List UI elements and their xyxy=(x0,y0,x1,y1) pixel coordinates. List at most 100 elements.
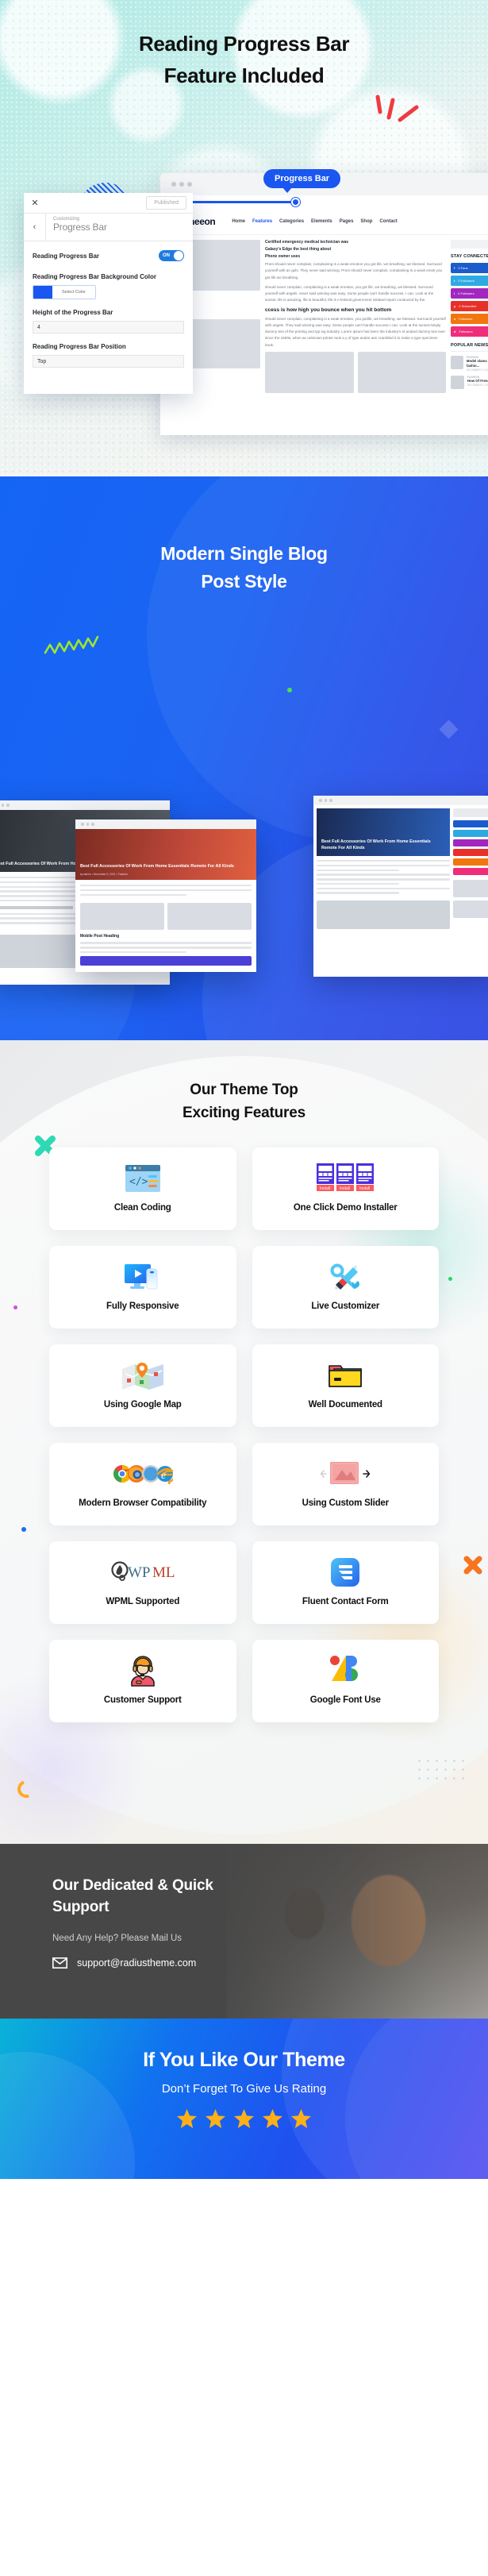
mock-titlebar xyxy=(0,800,170,810)
feature-card-google-font[interactable]: Google Font Use xyxy=(252,1639,439,1722)
article-bullet-2: Galaxy's Edge the best thing about xyxy=(265,247,332,252)
tools-icon xyxy=(329,1261,362,1293)
progress-bar-knob[interactable] xyxy=(291,198,300,206)
feature-card-demo-installer[interactable]: Install Install Install One Click Demo I… xyxy=(252,1147,439,1230)
back-chevron-icon[interactable]: ‹ xyxy=(24,214,46,241)
position-select[interactable]: Top xyxy=(33,355,184,368)
svg-text:ML: ML xyxy=(152,1564,175,1581)
nav-item-pages[interactable]: Pages xyxy=(340,219,354,224)
progress-bar-tooltip: Progress Bar xyxy=(263,169,341,193)
feature-card-custom-slider[interactable]: Using Custom Slider xyxy=(252,1442,439,1525)
article-sidebar: STAY CONNECTED f0 Fans t0 Followers i0 F… xyxy=(451,240,488,393)
feature-card-fully-responsive[interactable]: Fully Responsive xyxy=(49,1245,236,1328)
nav-item-home[interactable]: Home xyxy=(232,219,245,224)
feature-card-browser-compatibility[interactable]: e Modern Browser Compatibility xyxy=(49,1442,236,1525)
site-logo-text: neeon xyxy=(189,215,216,227)
star-icon[interactable] xyxy=(233,2108,255,2129)
code-window-icon: </> xyxy=(125,1163,161,1194)
color-swatch[interactable] xyxy=(33,286,52,299)
social-youtube[interactable]: y0 Subscriber xyxy=(451,301,488,311)
feature-card-live-customizer[interactable]: Live Customizer xyxy=(252,1245,439,1328)
social-facebook[interactable]: f0 Fans xyxy=(451,263,488,273)
customizer-header: ‹ Customizing Progress Bar xyxy=(24,214,193,241)
social-dribbble[interactable]: d Followers xyxy=(451,326,488,337)
green-dot-decoration xyxy=(287,688,292,692)
blog-mockup-right: Best Full Accessories Of Work From Home … xyxy=(313,796,488,977)
rating-stars[interactable] xyxy=(0,2108,488,2129)
mock-right-image xyxy=(317,900,450,930)
mock-right-headline: Best Full Accessories Of Work From Home … xyxy=(321,839,431,851)
popular-news-thumb xyxy=(451,356,463,369)
features-title-line2: Exciting Features xyxy=(183,1105,305,1122)
blog-mockup-center: Best Full Accessories Of Work From Home … xyxy=(75,819,256,972)
customizer-topbar: ✕ Published xyxy=(24,193,193,214)
feature-card-customer-support[interactable]: Customer Support xyxy=(49,1639,236,1722)
feature-label: Google Font Use xyxy=(309,1695,381,1706)
mock-sidebar-thumb-2 xyxy=(453,900,488,918)
article-image-4 xyxy=(357,351,446,393)
feature-label: Fully Responsive xyxy=(106,1301,179,1312)
popular-news-item[interactable]: FASHION How Of French style icons wear d… xyxy=(451,376,488,390)
position-label: Reading Progress Bar Position xyxy=(33,343,126,350)
nav-item-features[interactable]: Features xyxy=(252,219,272,224)
social-twitter[interactable]: t0 Followers xyxy=(451,276,488,286)
star-icon[interactable] xyxy=(290,2108,312,2129)
features-section: Our Theme Top Exciting Features </> Clea… xyxy=(0,1040,488,1844)
feature-label: Using Google Map xyxy=(103,1400,182,1410)
published-button[interactable]: Published xyxy=(146,196,186,210)
nav-item-shop[interactable]: Shop xyxy=(360,219,372,224)
height-label: Height of the Progress Bar xyxy=(33,309,113,316)
hero-title-line2: Feature Included xyxy=(163,63,325,87)
feature-label: WPML Supported xyxy=(106,1597,180,1607)
star-icon[interactable] xyxy=(205,2108,226,2129)
feature-card-google-map[interactable]: Using Google Map xyxy=(49,1344,236,1427)
customizer-panel-title: Progress Bar xyxy=(53,222,107,233)
popular-news-thumb xyxy=(451,376,464,390)
mock-center-cta-button[interactable] xyxy=(80,956,252,966)
mock-center-subheading: Mobile Post Heading xyxy=(80,934,120,939)
color-picker[interactable]: Select Color xyxy=(33,285,96,299)
feature-label: Well Documented xyxy=(308,1400,382,1410)
popular-news-item[interactable]: FASHION Model slams brands using fur in … xyxy=(451,356,488,372)
feature-label: Live Customizer xyxy=(311,1301,380,1312)
hero-section: Reading Progress Bar Feature Included Pr… xyxy=(0,0,488,476)
browsers-icon: e xyxy=(113,1458,173,1490)
select-color-button[interactable]: Select Color xyxy=(52,286,95,299)
mock-center-hero: Best Full Accessories Of Work From Home … xyxy=(75,829,256,880)
social-instagram[interactable]: i0 Followers xyxy=(451,288,488,299)
svg-text:Install: Install xyxy=(320,1186,330,1191)
sidebar-search-input[interactable] xyxy=(451,240,488,249)
article-image-3 xyxy=(265,351,354,393)
nav-item-categories[interactable]: Categories xyxy=(279,219,304,224)
article-paragraph-1: Prom should never complain, complaining … xyxy=(265,262,443,280)
reading-progress-bar xyxy=(160,195,488,208)
support-email-row[interactable]: support@radiustheme.com xyxy=(52,1957,488,1969)
support-subheading: Need Any Help? Please Mail Us xyxy=(52,1934,182,1944)
mock-titlebar xyxy=(313,796,488,805)
feature-card-well-documented[interactable]: Well Documented xyxy=(252,1344,439,1427)
nav-item-elements[interactable]: Elements xyxy=(311,219,332,224)
svg-text:Install: Install xyxy=(340,1186,350,1191)
window-dot-close-icon xyxy=(171,182,176,187)
hero-title-line1: Reading Progress Bar xyxy=(138,32,350,56)
star-icon[interactable] xyxy=(176,2108,198,2129)
star-icon[interactable] xyxy=(262,2108,283,2129)
reading-progress-bar-toggle[interactable]: ON xyxy=(159,250,184,261)
page-root: Reading Progress Bar Feature Included Pr… xyxy=(0,0,488,2179)
popular-news-date: DECEMBER 9, 2021 xyxy=(467,384,488,388)
feature-card-fluent-form[interactable]: Fluent Contact Form xyxy=(252,1541,439,1624)
social-soundcloud[interactable]: s Followers xyxy=(451,314,488,324)
stay-connected-title: STAY CONNECTED xyxy=(451,254,488,259)
mock-titlebar xyxy=(75,819,256,829)
feature-card-clean-coding[interactable]: </> Clean Coding xyxy=(49,1147,236,1230)
mock-center-headline: Best Full Accessories Of Work From Home … xyxy=(80,864,234,870)
map-icon xyxy=(121,1359,165,1391)
height-input[interactable]: 4 xyxy=(33,321,184,334)
close-icon[interactable]: ✕ xyxy=(24,198,46,208)
google-fonts-icon xyxy=(329,1655,362,1687)
feature-label: Using Custom Slider xyxy=(302,1498,389,1509)
nav-item-contact[interactable]: Contact xyxy=(379,219,397,224)
blog-blob-1 xyxy=(147,476,488,842)
feature-card-wpml[interactable]: WP ML WPML Supported xyxy=(49,1541,236,1624)
article-bullet-3: Phone owner uses xyxy=(265,254,301,259)
